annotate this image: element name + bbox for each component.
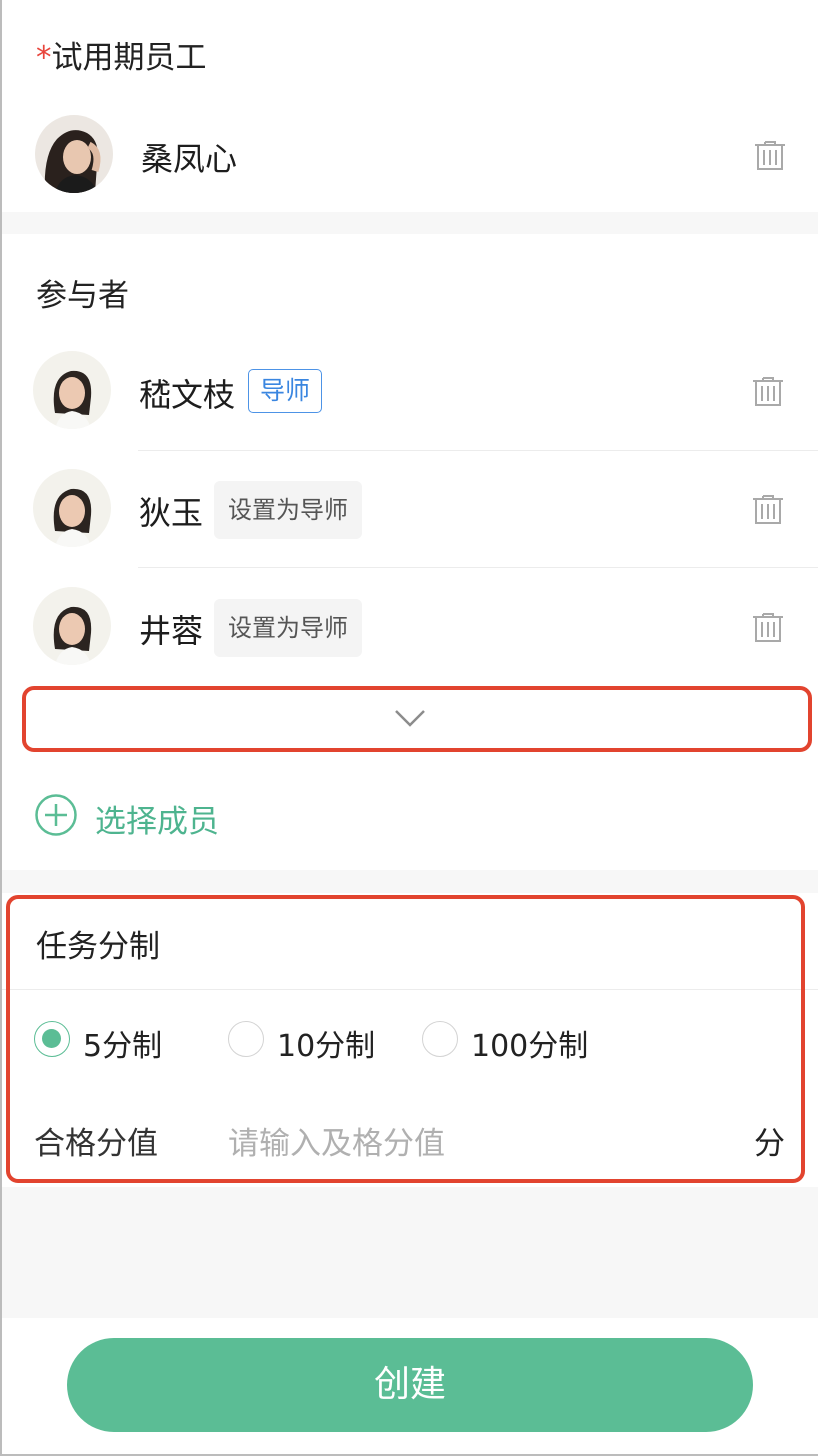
employee-name: 桑凤心: [141, 140, 238, 178]
avatar: [35, 115, 113, 193]
pass-score-label: 合格分值: [34, 1126, 158, 1162]
avatar: [33, 469, 111, 547]
trash-icon[interactable]: [752, 136, 788, 172]
set-mentor-button[interactable]: 设置为导师: [214, 481, 362, 539]
participant-name: 嵇文枝: [139, 376, 236, 414]
participant-row: 狄玉 设置为导师: [0, 460, 816, 556]
radio-100-point-label[interactable]: 100分制: [471, 1021, 588, 1065]
participant-name: 井蓉: [139, 612, 204, 650]
add-member-icon[interactable]: [34, 790, 78, 840]
radio-10-point-label[interactable]: 10分制: [277, 1021, 375, 1065]
chevron-down-icon[interactable]: [392, 706, 428, 730]
radio-100-point[interactable]: [422, 1021, 458, 1057]
participant-row: 井蓉 设置为导师: [0, 578, 816, 674]
trial-employee-label: *试用期员工: [36, 32, 207, 77]
radio-5-point-label[interactable]: 5分制: [83, 1021, 162, 1065]
avatar: [33, 351, 111, 429]
divider: [138, 450, 818, 451]
trial-employee-section: *试用期员工 桑凤心: [2, 0, 818, 212]
mentor-badge: 导师: [248, 369, 323, 413]
set-mentor-button[interactable]: 设置为导师: [214, 599, 362, 657]
participants-label: 参与者: [36, 278, 129, 314]
trash-icon[interactable]: [750, 372, 786, 408]
trial-employee-label-text: 试用期员工: [51, 40, 207, 76]
trial-employee-row: 桑凤心: [2, 106, 818, 202]
participant-name: 狄玉: [139, 494, 204, 532]
trash-icon[interactable]: [750, 490, 786, 526]
trash-icon[interactable]: [750, 608, 786, 644]
required-mark: *: [36, 40, 52, 76]
select-member-button[interactable]: 选择成员: [95, 796, 219, 841]
create-button[interactable]: 创建: [67, 1338, 753, 1432]
participant-row: 嵇文枝 导师: [0, 342, 816, 438]
pass-score-unit: 分: [754, 1126, 785, 1162]
avatar: [33, 587, 111, 665]
radio-10-point[interactable]: [228, 1021, 264, 1057]
radio-5-point[interactable]: [34, 1021, 70, 1057]
divider: [138, 567, 818, 568]
pass-score-input[interactable]: 请输入及格分值: [228, 1118, 445, 1163]
